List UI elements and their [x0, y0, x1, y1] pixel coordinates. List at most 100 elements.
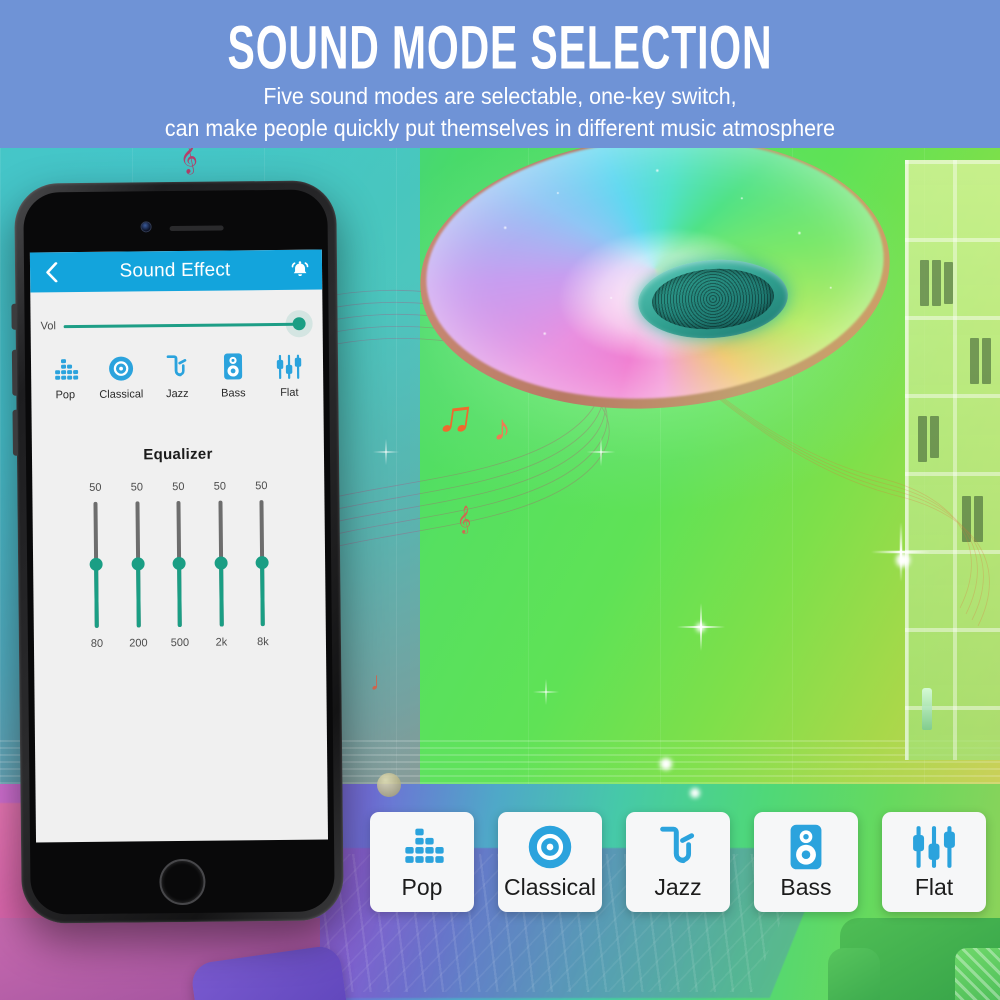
- eq-knob[interactable]: [172, 556, 186, 571]
- saxophone-icon: [657, 824, 699, 870]
- mode-card-bass[interactable]: Bass: [754, 812, 858, 912]
- equalizer-bars-icon: [50, 356, 80, 382]
- music-note-icon: ♩: [370, 666, 396, 696]
- mode-card-flat[interactable]: Flat: [882, 812, 986, 912]
- sound-mode-label: Classical: [99, 388, 144, 401]
- sound-mode-pop[interactable]: Pop: [38, 356, 92, 402]
- phone-front: Sound Effect Vol Pop Classical Jazz Bass…: [23, 189, 335, 915]
- earpiece-speaker: [169, 225, 224, 232]
- smartphone-mockup: Sound Effect Vol Pop Classical Jazz Bass…: [11, 180, 344, 924]
- equalizer-frequencies: 80 200 500 2k 8k: [82, 636, 278, 650]
- mode-card-label: Pop: [401, 873, 443, 900]
- mode-card-label: Jazz: [654, 873, 702, 900]
- volume-slider-thumb[interactable]: [292, 317, 306, 331]
- mode-card-jazz[interactable]: Jazz: [626, 812, 730, 912]
- eq-freq: 200: [129, 637, 148, 650]
- banner-subtitle-line-2: can make people quickly put themselves i…: [164, 114, 836, 141]
- product-banner-page: SOUND MODE SELECTION Five sound modes ar…: [0, 0, 1000, 1000]
- eq-freq: 500: [170, 636, 190, 650]
- mode-card-label: Flat: [914, 873, 954, 900]
- sparkle-core: [660, 758, 672, 770]
- speaker-icon: [787, 824, 825, 870]
- equalizer-title: Equalizer: [143, 445, 213, 464]
- mode-cards-row: Pop Classical Jazz Bass Flat: [370, 812, 986, 912]
- eq-fill: [177, 563, 182, 628]
- sound-mode-classical[interactable]: Classical: [94, 355, 148, 401]
- eq-knob[interactable]: [89, 557, 103, 571]
- sound-mode-jazz[interactable]: Jazz: [150, 355, 204, 401]
- alarm-bell-icon: [291, 261, 309, 277]
- mode-card-label: Bass: [780, 873, 832, 900]
- eq-fill: [218, 563, 224, 627]
- home-button[interactable]: [159, 858, 206, 906]
- sparkle-icon: [586, 437, 616, 467]
- mode-card-pop[interactable]: Pop: [370, 812, 474, 912]
- saxophone-icon: [165, 355, 189, 381]
- mode-card-classical[interactable]: Classical: [498, 812, 602, 912]
- eq-value: 50: [89, 481, 102, 494]
- sparkle-core: [696, 623, 705, 632]
- front-camera-icon: [141, 222, 151, 232]
- eq-band-slider[interactable]: [80, 501, 111, 628]
- mode-card-label: Classical: [503, 873, 597, 900]
- eq-band-slider[interactable]: [122, 501, 153, 628]
- banner-header: SOUND MODE SELECTION Five sound modes ar…: [0, 0, 1000, 148]
- phone-volume-down-button[interactable]: [12, 409, 18, 456]
- treble-clef-icon: 𝄞: [457, 506, 472, 533]
- eq-value: 50: [255, 480, 268, 493]
- treble-clef-icon: 𝄞: [180, 148, 198, 173]
- eq-value: 50: [213, 480, 227, 493]
- eq-knob[interactable]: [214, 556, 228, 570]
- eq-value: 50: [172, 480, 185, 494]
- eq-band-slider[interactable]: [246, 500, 277, 627]
- vinyl-disc-icon: [527, 824, 573, 870]
- alarm-button[interactable]: [288, 258, 312, 282]
- eq-freq: 2k: [215, 636, 228, 649]
- sparkle-icon: [532, 678, 560, 706]
- sofa-right-arm: [828, 948, 880, 1000]
- eq-band-slider[interactable]: [163, 500, 194, 628]
- sound-mode-label: Flat: [280, 386, 299, 399]
- sliders-icon: [910, 824, 958, 870]
- eq-fill: [260, 563, 265, 627]
- eq-freq: 8k: [257, 636, 269, 649]
- volume-label: Vol: [40, 320, 56, 333]
- sliders-icon: [275, 354, 303, 380]
- sound-mode-bass[interactable]: Bass: [206, 353, 260, 400]
- eq-value: 50: [130, 481, 144, 494]
- sparkle-icon: [372, 438, 400, 466]
- knit-pouf: [955, 948, 1000, 1000]
- eq-freq: 80: [90, 637, 104, 650]
- phone-mute-switch[interactable]: [11, 303, 17, 330]
- sparkle-core: [690, 788, 700, 798]
- equalizer-sliders: [80, 500, 277, 628]
- bottle: [922, 688, 932, 730]
- volume-control-row: Vol: [30, 289, 322, 332]
- rgb-ceiling-lamp: [411, 148, 899, 438]
- sound-mode-label: Bass: [221, 387, 246, 400]
- equalizer-values: 50 50 50 50 50: [80, 480, 276, 494]
- volume-slider[interactable]: [63, 317, 306, 331]
- sound-mode-label: Jazz: [165, 387, 189, 401]
- phone-screen: Sound Effect Vol Pop Classical Jazz Bass…: [29, 249, 329, 843]
- speaker-icon: [222, 353, 244, 380]
- chevron-left-icon: [45, 262, 57, 283]
- banner-subtitle-line-1: Five sound modes are selectable, one-key…: [263, 82, 737, 109]
- page-title: SOUND MODE SELECTION: [227, 13, 773, 82]
- eq-knob[interactable]: [255, 556, 269, 570]
- eq-fill: [94, 564, 99, 628]
- eq-band-slider[interactable]: [205, 500, 236, 627]
- eq-fill: [135, 564, 141, 628]
- floating-ball: [377, 773, 401, 797]
- sparkle-icon: [871, 522, 931, 582]
- sound-mode-flat[interactable]: Flat: [262, 354, 316, 400]
- vinyl-disc-icon: [108, 355, 134, 381]
- eq-knob[interactable]: [131, 557, 145, 571]
- phone-volume-up-button[interactable]: [11, 349, 18, 396]
- sound-mode-label: Pop: [55, 389, 76, 402]
- equalizer-panel: 50 50 50 50 50 80 200 500 2k 8k: [32, 479, 326, 650]
- app-header-bar: Sound Effect: [29, 249, 323, 293]
- sparkle-core: [896, 553, 910, 567]
- back-button[interactable]: [40, 261, 62, 283]
- app-title: Sound Effect: [119, 259, 231, 282]
